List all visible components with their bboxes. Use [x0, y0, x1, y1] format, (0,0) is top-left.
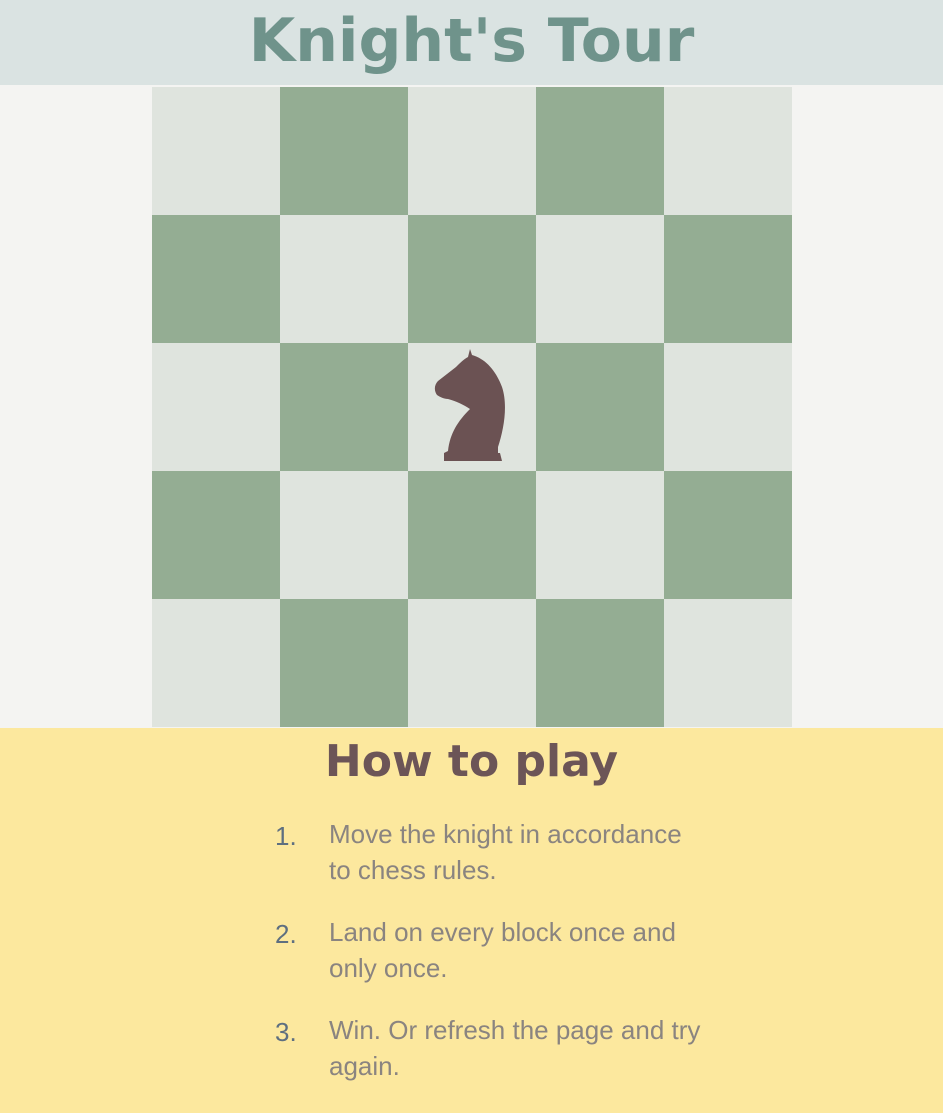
board-square-r5-c3[interactable]	[408, 599, 536, 727]
board-square-r3-c2[interactable]	[280, 343, 408, 471]
board-square-r2-c1[interactable]	[152, 215, 280, 343]
board-square-r4-c2[interactable]	[280, 471, 408, 599]
board-square-r5-c5[interactable]	[664, 599, 792, 727]
step-text: Win. Or refresh the page and try again.	[329, 1015, 701, 1081]
board-square-r1-c2[interactable]	[280, 87, 408, 215]
step-text: Land on every block once and only once.	[329, 917, 676, 983]
how-to-play-panel: How to play 1. Move the knight in accord…	[0, 728, 943, 1113]
board-square-r1-c5[interactable]	[664, 87, 792, 215]
page-title: Knight's Tour	[248, 5, 695, 76]
instruction-item: 2. Land on every block once and only onc…	[275, 914, 715, 986]
board-square-r5-c4[interactable]	[536, 599, 664, 727]
step-number: 1.	[275, 821, 297, 851]
step-text: Move the knight in accordance to chess r…	[329, 819, 682, 885]
instruction-item: 3. Win. Or refresh the page and try agai…	[275, 1012, 715, 1084]
board-square-r2-c3[interactable]	[408, 215, 536, 343]
board-square-r3-c5[interactable]	[664, 343, 792, 471]
board-square-r5-c2[interactable]	[280, 599, 408, 727]
board-square-r4-c3[interactable]	[408, 471, 536, 599]
chess-board	[152, 87, 792, 727]
board-square-r1-c4[interactable]	[536, 87, 664, 215]
how-to-play-title: How to play	[324, 736, 619, 787]
board-square-r2-c4[interactable]	[536, 215, 664, 343]
board-square-r5-c1[interactable]	[152, 599, 280, 727]
board-square-r3-c4[interactable]	[536, 343, 664, 471]
board-area	[0, 85, 943, 728]
board-square-r4-c4[interactable]	[536, 471, 664, 599]
instructions-list: 1. Move the knight in accordance to ches…	[275, 816, 715, 1110]
instruction-item: 1. Move the knight in accordance to ches…	[275, 816, 715, 888]
board-square-r1-c1[interactable]	[152, 87, 280, 215]
board-square-r3-c3[interactable]	[408, 343, 536, 471]
board-square-r2-c5[interactable]	[664, 215, 792, 343]
step-number: 3.	[275, 1017, 297, 1047]
board-square-r3-c1[interactable]	[152, 343, 280, 471]
board-square-r4-c1[interactable]	[152, 471, 280, 599]
board-square-r4-c5[interactable]	[664, 471, 792, 599]
page-header: Knight's Tour	[0, 0, 943, 85]
knight-icon[interactable]	[434, 349, 510, 465]
board-square-r1-c3[interactable]	[408, 87, 536, 215]
board-square-r2-c2[interactable]	[280, 215, 408, 343]
step-number: 2.	[275, 919, 297, 949]
